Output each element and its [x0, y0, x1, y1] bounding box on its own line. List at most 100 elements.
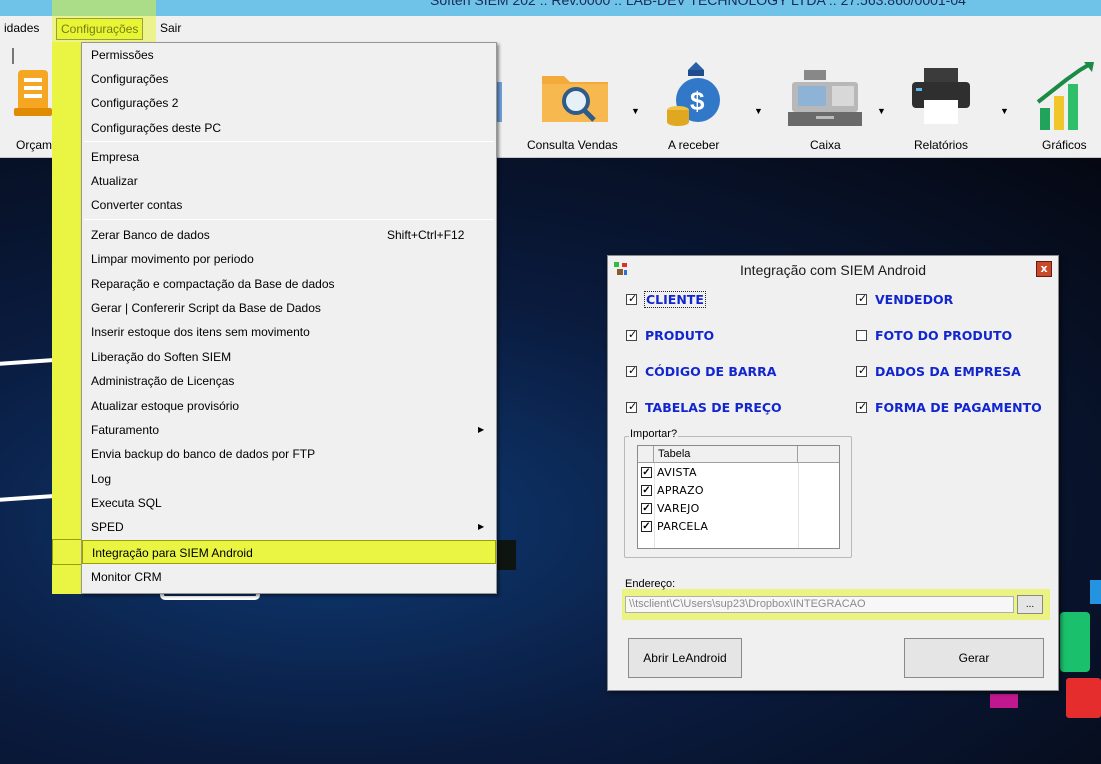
integracao-dialog: Integração com SIEM Android x ✓ CLIENTE ✓… [607, 255, 1059, 691]
menu-item-configuracoes-2[interactable]: Configurações 2 [82, 91, 496, 115]
toolbar-button-consulta-vendas[interactable]: Consulta Vendas [520, 42, 630, 158]
table-row: ✓ AVISTA [638, 464, 839, 482]
menu-item-zerar-banco[interactable]: Zerar Banco de dados Shift+Ctrl+F12 [82, 223, 496, 247]
row-tabela-name: AVISTA [657, 466, 697, 479]
toolbar-button-caixa[interactable]: Caixa [778, 42, 868, 158]
toolbar-label: Gráficos [1042, 138, 1087, 152]
address-field[interactable]: \\tsclient\C\Users\sup23\Dropbox\INTEGRA… [625, 596, 1014, 613]
menu-item-liberacao[interactable]: Liberação do Soften SIEM [82, 345, 496, 369]
checkbox-box [856, 330, 867, 341]
checkmark-icon: ✓ [628, 364, 638, 377]
dialog-title: Integração com SIEM Android [740, 262, 926, 278]
annotation-highlight [52, 0, 156, 42]
menu-item-label: Liberação do Soften SIEM [91, 350, 232, 364]
checkbox-produto[interactable]: ✓ PRODUTO [626, 328, 714, 346]
checkbox-codigo-barra[interactable]: ✓ CÓDIGO DE BARRA [626, 364, 776, 382]
row-checkbox[interactable]: ✓ [641, 485, 652, 496]
menu-item-integracao-siem-android[interactable]: Integração para SIEM Android [82, 540, 496, 564]
menu-item-permissoes[interactable]: Permissões [82, 43, 496, 67]
checkbox-foto-produto[interactable]: FOTO DO PRODUTO [856, 328, 1012, 346]
checkbox-cliente[interactable]: ✓ CLIENTE [626, 291, 706, 310]
configuracoes-dropdown-menu: Permissões Configurações Configurações 2… [81, 42, 497, 594]
checkmark-icon: ✓ [628, 400, 638, 413]
menu-item-label: Configurações [91, 72, 169, 86]
toolbar-button-graficos[interactable]: Gráficos [1030, 42, 1101, 158]
chevron-down-icon[interactable]: ▼ [877, 106, 886, 116]
menu-sair[interactable]: Sair [160, 21, 181, 35]
menu-item-label: Empresa [91, 150, 140, 164]
checkbox-box: ✓ [856, 292, 868, 305]
dialog-title-bar: Integração com SIEM Android x [608, 256, 1058, 284]
menu-item-configuracoes-pc[interactable]: Configurações deste PC [82, 116, 496, 140]
checkbox-forma-pagamento[interactable]: ✓ FORMA DE PAGAMENTO [856, 400, 1042, 418]
menu-item-label: Converter contas [91, 198, 183, 212]
row-checkbox[interactable]: ✓ [641, 521, 652, 532]
menu-item-executa-sql[interactable]: Executa SQL [82, 491, 496, 515]
menu-item-atualizar-estoque[interactable]: Atualizar estoque provisório [82, 394, 496, 418]
menu-item-label: Atualizar [91, 174, 138, 188]
menu-separator [84, 141, 494, 142]
checkbox-label: FOTO DO PRODUTO [875, 328, 1013, 343]
menu-item-label: Limpar movimento por periodo [91, 252, 254, 266]
menu-item-gerar-script[interactable]: Gerar | Confererir Script da Base de Dad… [82, 296, 496, 320]
window-title: Soften SIEM 202 :: Rev.0000 :: LAB-DEV T… [430, 0, 966, 8]
submenu-arrow-icon: ▶ [478, 522, 485, 531]
menu-item-configuracoes[interactable]: Configurações [82, 67, 496, 91]
grid-header: Tabela [638, 446, 839, 463]
row-checkbox[interactable]: ✓ [641, 503, 652, 514]
menu-item-empresa[interactable]: Empresa [82, 145, 496, 169]
menu-item-reparacao[interactable]: Reparação e compactação da Base de dados [82, 272, 496, 296]
toolbar-label: A receber [668, 138, 720, 152]
gerar-button[interactable]: Gerar [904, 638, 1044, 678]
toolbar-label: Caixa [810, 138, 841, 152]
menu-item-log[interactable]: Log [82, 467, 496, 491]
checkmark-icon: ✓ [858, 292, 868, 305]
chevron-down-icon[interactable]: ▼ [1000, 106, 1009, 116]
checkbox-vendedor[interactable]: ✓ VENDEDOR [856, 292, 953, 310]
checkbox-dados-empresa[interactable]: ✓ DADOS DA EMPRESA [856, 364, 1021, 382]
toolbar-button-a-receber[interactable]: $ A receber [656, 42, 746, 158]
menu-item-label: Configurações deste PC [91, 121, 222, 135]
menu-item-sped[interactable]: SPED ▶ [82, 515, 496, 539]
budget-icon [14, 70, 52, 116]
checkbox-box: ✓ [626, 292, 638, 305]
close-icon: x [1040, 262, 1048, 275]
printer-icon [912, 68, 970, 124]
row-checkbox[interactable]: ✓ [641, 467, 652, 478]
browse-button[interactable]: ... [1017, 595, 1043, 614]
close-button[interactable]: x [1036, 261, 1052, 277]
toolbar-label: Relatórios [914, 138, 969, 152]
toolbar-button-orcamento[interactable]: Orçam [0, 42, 52, 158]
checkbox-label: VENDEDOR [875, 292, 954, 307]
menu-item-atualizar[interactable]: Atualizar [82, 169, 496, 193]
menu-utilidades[interactable]: idades [4, 21, 39, 35]
menu-item-label: SPED [91, 520, 124, 534]
checkbox-box: ✓ [626, 364, 638, 377]
menu-item-envia-backup[interactable]: Envia backup do banco de dados por FTP [82, 442, 496, 466]
menu-item-monitor-crm[interactable]: Monitor CRM [82, 565, 496, 589]
window-title-bar: Soften SIEM 202 :: Rev.0000 :: LAB-DEV T… [0, 0, 1101, 16]
menu-item-converter-contas[interactable]: Converter contas [82, 193, 496, 217]
svg-text:$: $ [690, 86, 705, 116]
annotation-highlight [52, 539, 81, 565]
checkbox-tabelas-preco[interactable]: ✓ TABELAS DE PREÇO [626, 400, 782, 418]
submenu-arrow-icon: ▶ [478, 425, 485, 434]
menu-item-administracao-licencas[interactable]: Administração de Licenças [82, 369, 496, 393]
menu-item-label: Log [91, 472, 112, 486]
chevron-down-icon[interactable]: ▼ [754, 106, 763, 116]
menu-item-label: Configurações 2 [91, 96, 179, 110]
toolbar-button-relatorios[interactable]: Relatórios [900, 42, 992, 158]
menu-item-inserir-estoque[interactable]: Inserir estoque dos itens sem movimento [82, 320, 496, 344]
chevron-down-icon[interactable]: ▼ [631, 106, 640, 116]
menu-item-limpar-movimento[interactable]: Limpar movimento por periodo [82, 247, 496, 271]
tabela-grid: Tabela ✓ AVISTA ✓ APRAZO ✓ VAREJO ✓ PARC… [637, 445, 840, 549]
menu-item-faturamento[interactable]: Faturamento ▶ [82, 418, 496, 442]
table-row: ✓ PARCELA [638, 518, 839, 536]
menu-item-label: Reparação e compactação da Base de dados [91, 277, 335, 291]
checkbox-label: CÓDIGO DE BARRA [645, 364, 777, 379]
menu-item-label: Atualizar estoque provisório [91, 399, 240, 413]
grid-header-tabela[interactable]: Tabela [654, 446, 798, 462]
abrir-leandroid-button[interactable]: Abrir LeAndroid [628, 638, 742, 678]
checkbox-box: ✓ [856, 364, 867, 377]
checkmark-icon: ✓ [628, 292, 638, 305]
